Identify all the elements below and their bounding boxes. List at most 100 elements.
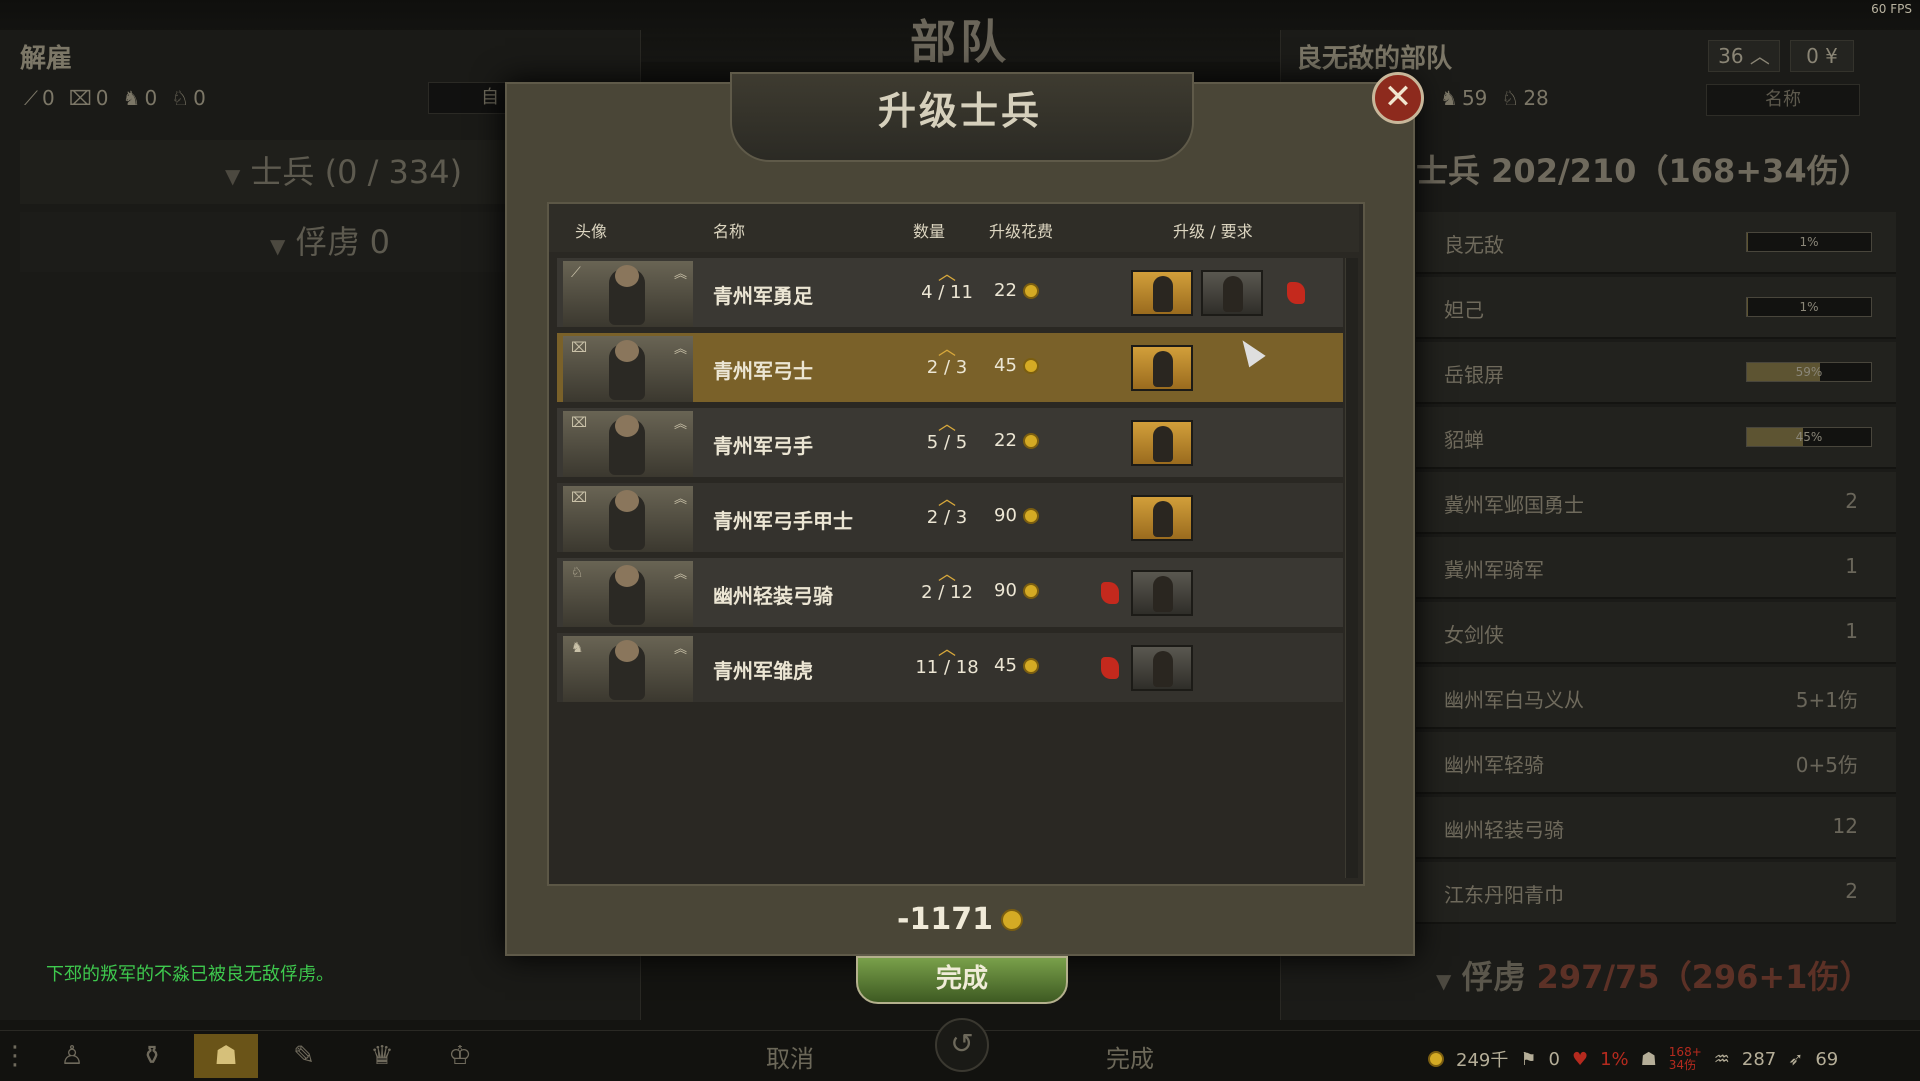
reset-icon[interactable]: ↺: [935, 1018, 989, 1072]
inventory-icon[interactable]: ⚱: [120, 1034, 184, 1078]
upgrade-option-button[interactable]: [1131, 270, 1193, 316]
party-icon[interactable]: ☗: [194, 1034, 258, 1078]
upgrade-option-button[interactable]: [1131, 420, 1193, 466]
left-soldiers-label: 士兵: [250, 153, 315, 191]
troop-portrait: ⌧ ︽: [563, 411, 693, 477]
roster-row[interactable]: 岳银屏 59%: [1416, 342, 1896, 404]
collapse-triangle-icon: ▼: [270, 234, 286, 258]
gold-value: 249千: [1456, 1050, 1509, 1071]
requirement-horse-icon: [1101, 582, 1119, 604]
done-button-background[interactable]: 完成: [1040, 1040, 1220, 1078]
col-header-name: 名称: [713, 222, 746, 241]
roster-row[interactable]: 幽州军白马义从 5+1伤: [1416, 667, 1896, 729]
cancel-button[interactable]: 取消: [700, 1040, 880, 1078]
roster-row[interactable]: 妲己 1%: [1416, 277, 1896, 339]
roster-name: 幽州轻装弓骑: [1444, 818, 1564, 842]
horse-icon: ♞: [1440, 86, 1458, 110]
character-icon[interactable]: ♙: [40, 1034, 104, 1078]
menu-dots-icon[interactable]: ⋮: [0, 1034, 30, 1078]
roster-row[interactable]: 幽州轻装弓骑 12: [1416, 797, 1896, 859]
total-cost-value: -1171: [897, 902, 993, 937]
wage-number: 0: [1806, 44, 1819, 68]
right-prisoners-label: 俘虏: [1461, 958, 1526, 996]
roster-name: 女剑侠: [1444, 623, 1504, 647]
right-soldiers-header[interactable]: 士兵 202/210（168+34伤）: [1416, 146, 1871, 192]
quests-icon[interactable]: ✎: [272, 1034, 336, 1078]
upgrade-row[interactable]: ⌧ ︽ 青州军弓手 ︿ 5 / 5 22: [557, 408, 1343, 480]
roster-count: 2: [1845, 489, 1858, 513]
roster-name: 妲己: [1444, 298, 1484, 322]
upgrade-row[interactable]: ⌧ ︽ 青州军弓士 ︿ 2 / 3 45: [557, 333, 1343, 405]
upgrade-cost: 22: [994, 280, 1039, 301]
roster-row[interactable]: 江东丹阳青巾 2: [1416, 862, 1896, 924]
upgrade-row[interactable]: ♘ ︽ 幽州轻装弓骑 ︿ 2 / 12 90: [557, 558, 1343, 630]
upgrade-option-button[interactable]: [1131, 645, 1193, 691]
upgrade-row[interactable]: ⟋ ︽ 青州军勇足 ︿ 4 / 11 22: [557, 258, 1343, 330]
rank-chevron-icon: ︽: [673, 417, 687, 432]
roster-row[interactable]: 良无敌 1%: [1416, 212, 1896, 274]
horse-icon: ♞: [122, 86, 141, 110]
upgrade-option-button[interactable]: [1131, 495, 1193, 541]
troop-class-icon: ⌧: [571, 340, 588, 356]
right-sort-dropdown[interactable]: 名称: [1706, 84, 1860, 116]
gold-icon: [1022, 357, 1039, 374]
health-bar-label: 1%: [1799, 300, 1819, 314]
wage-value: 0 ¥: [1790, 40, 1854, 72]
troop-portrait: ⌧ ︽: [563, 336, 693, 402]
right-prisoners-count: 297/75: [1536, 958, 1660, 996]
status-stats: 249千 ⚑ 0 ♥ 1% ☗ 168+ 34伤 ♒ 287 ➶ 69: [1428, 1046, 1838, 1072]
clan-icon[interactable]: ♛: [350, 1034, 414, 1078]
troop-class-icon: ⌧: [571, 415, 588, 431]
screen-title: 部队: [910, 15, 1010, 69]
troops-status-bottom: 34伤: [1668, 1058, 1697, 1072]
troop-name: 青州军雏虎: [713, 659, 813, 683]
morale-icon: ♥: [1571, 1048, 1589, 1070]
roster-row[interactable]: 冀州军邺国勇士 2: [1416, 472, 1896, 534]
roster-row[interactable]: 幽州军轻骑 0+5伤: [1416, 732, 1896, 794]
table-scrollbar[interactable]: [1345, 258, 1358, 878]
upgrade-option-button[interactable]: [1131, 570, 1193, 616]
influence-icon: ⚑: [1520, 1048, 1537, 1070]
money-icon: ¥: [1825, 44, 1838, 68]
party-size-stepper[interactable]: 36 ︿: [1708, 40, 1780, 72]
close-icon[interactable]: ✕: [1372, 72, 1424, 124]
soldier-head: [615, 265, 639, 287]
roster-count: 5+1伤: [1795, 688, 1858, 712]
right-prisoners-detail: （296+1伤）: [1659, 958, 1872, 996]
upgrade-option-button[interactable]: [1131, 345, 1193, 391]
chevron-up-icon: ︿: [1749, 44, 1770, 68]
roster-count: 1: [1845, 619, 1858, 643]
upgrade-target-figure: [1153, 501, 1173, 537]
soldier-head: [615, 640, 639, 662]
roster-count: 12: [1832, 814, 1858, 838]
party-size-value: 36: [1718, 44, 1744, 68]
troop-count-value: 59: [1461, 86, 1488, 110]
roster-row[interactable]: 貂蝉 45%: [1416, 407, 1896, 469]
rank-chevron-icon: ︽: [673, 342, 687, 357]
upgrade-row[interactable]: ⌧ ︽ 青州军弓手甲士 ︿ 2 / 3 90: [557, 483, 1343, 555]
collapse-triangle-icon: ▼: [1436, 969, 1452, 993]
kingdom-icon[interactable]: ♔: [428, 1034, 492, 1078]
troop-quantity: 2 / 3: [926, 507, 968, 528]
troop-count-value: 28: [1523, 86, 1549, 110]
roster-count: 0+5伤: [1795, 753, 1858, 777]
roster-row[interactable]: 冀州军骑军 1: [1416, 537, 1896, 599]
health-bar-label: 45%: [1795, 430, 1823, 444]
left-soldiers-count: (0 / 334): [324, 153, 463, 191]
food-icon: ♒: [1713, 1048, 1730, 1070]
right-troop-counts: ♞ 59 ♘ 28: [1440, 86, 1563, 110]
upgrade-row[interactable]: ♞ ︽ 青州军雏虎 ︿ 11 / 18 45: [557, 633, 1343, 705]
troop-class-icon: ⌧: [571, 490, 588, 506]
roster-row[interactable]: 女剑侠 1: [1416, 602, 1896, 664]
roster-count: 1: [1845, 554, 1858, 578]
upgrade-target-figure: [1153, 426, 1173, 462]
roster-name: 冀州军骑军: [1444, 558, 1544, 582]
col-header-portrait: 头像: [575, 222, 608, 241]
upgrade-option-button[interactable]: [1201, 270, 1263, 316]
modal-done-button[interactable]: 完成: [856, 956, 1068, 1004]
troop-portrait: ⌧ ︽: [563, 486, 693, 552]
health-bar-label: 59%: [1795, 365, 1823, 379]
troop-quantity: 5 / 5: [926, 432, 968, 453]
left-troop-counts: ⟋ 0 ⌧ 0 ♞ 0 ♘ 0: [24, 86, 220, 110]
right-prisoners-header[interactable]: ▼ 俘虏 297/75（296+1伤）: [1436, 952, 1871, 998]
